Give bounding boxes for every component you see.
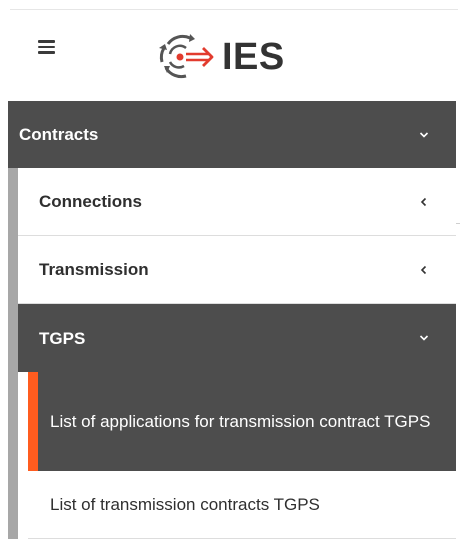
chevron-down-icon [419, 131, 429, 138]
sidebar-menu: Contracts Connections Transmission TGPS … [8, 101, 456, 539]
chevron-left-icon [420, 197, 427, 206]
contracts-submenu: Connections Transmission TGPS List of ap… [8, 168, 456, 539]
hamburger-menu-icon[interactable] [38, 40, 55, 54]
sidebar-item-contracts[interactable]: Contracts [8, 101, 456, 168]
logo-text: IES [222, 36, 285, 78]
sidebar-item-label: Transmission [39, 260, 149, 279]
app-page: IES Contracts Connections Transmission T… [0, 0, 460, 540]
sidebar-item-connections[interactable]: Connections [18, 168, 456, 236]
chevron-down-icon [419, 335, 429, 341]
sidebar-item-applications-tgps[interactable]: List of applications for transmission co… [28, 372, 456, 471]
sidebar-item-tgps[interactable]: TGPS [18, 304, 456, 372]
tgps-submenu: List of applications for transmission co… [18, 372, 456, 539]
sidebar-item-label: List of transmission contracts TGPS [50, 495, 320, 514]
ies-logo-arrows-icon [159, 34, 214, 79]
chevron-left-icon [420, 265, 427, 274]
sidebar-item-label: List of applications for transmission co… [50, 412, 431, 431]
app-logo[interactable]: IES [156, 32, 285, 82]
sidebar-item-transmission-contracts-tgps[interactable]: List of transmission contracts TGPS [28, 471, 456, 539]
sidebar-item-label: Contracts [19, 125, 99, 144]
sidebar-item-label: TGPS [39, 328, 86, 348]
app-header: IES [0, 10, 460, 100]
sidebar-item-transmission[interactable]: Transmission [18, 236, 456, 304]
sidebar-item-label: Connections [39, 192, 142, 211]
